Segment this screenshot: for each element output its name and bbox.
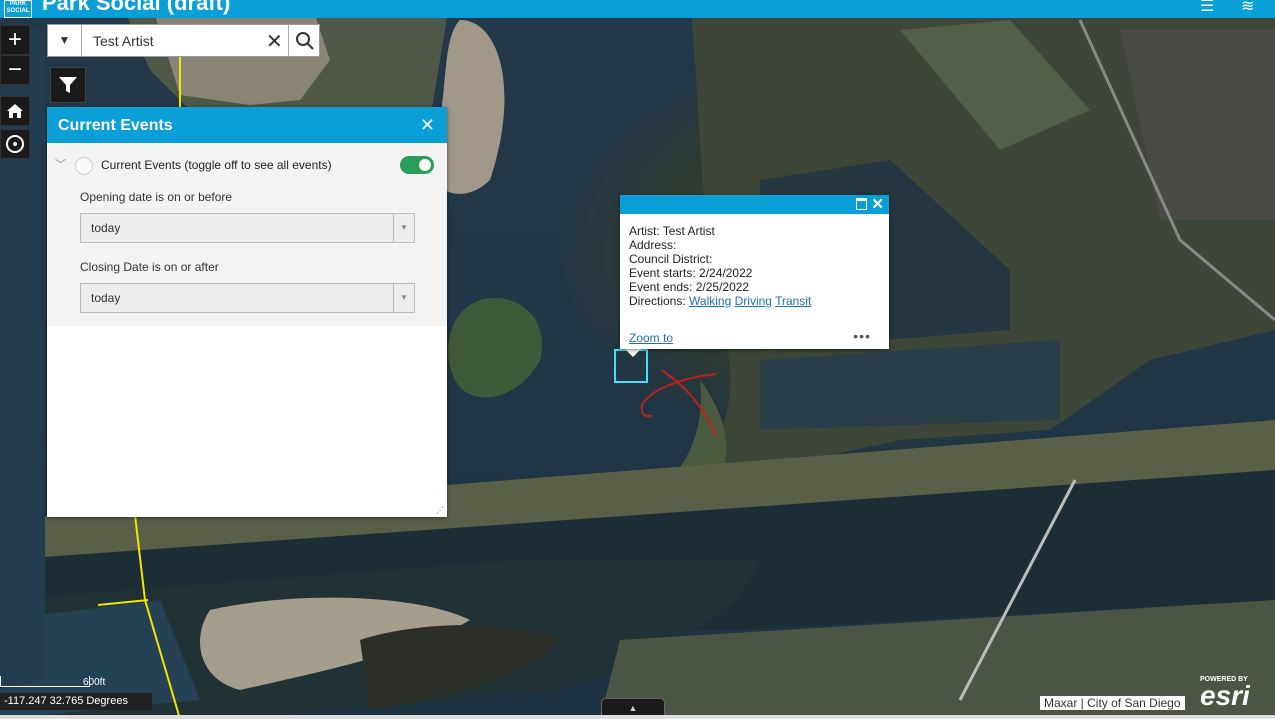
resize-handle-icon[interactable]: ⋰ — [436, 506, 444, 515]
coordinates-readout: -117.247 32.765 Degrees — [0, 693, 152, 710]
home-icon — [7, 104, 23, 118]
driving-link[interactable]: Driving — [735, 294, 772, 308]
search-input[interactable]: Test Artist — [93, 33, 154, 49]
panel-header: Current Events ✕ — [47, 107, 447, 143]
popup-close-icon[interactable]: ✕ — [871, 195, 884, 213]
clear-search-icon[interactable]: ✕ — [266, 29, 283, 54]
search-button[interactable] — [288, 25, 321, 56]
closing-date-select[interactable]: today ▼ — [80, 283, 415, 313]
locate-icon — [6, 135, 24, 153]
app-header: PARK SOCIAL Park Social (draft) ☰ ≋ — [0, 0, 1275, 18]
filter-icon — [59, 77, 77, 93]
chevron-down-icon[interactable]: ﹀ — [55, 156, 66, 172]
esri-logo: POWERED BY esri — [1200, 676, 1250, 711]
filter-radio[interactable] — [75, 157, 93, 175]
bottom-strip — [0, 715, 1275, 719]
opening-date-value: today — [91, 221, 121, 235]
popup-content: Artist: Test Artist Address: Council Dis… — [629, 224, 811, 308]
directions-row: Directions: Walking Driving Transit — [629, 294, 812, 308]
attribution: Maxar | City of San Diego — [1040, 696, 1185, 710]
layers-icon[interactable]: ≋ — [1241, 0, 1254, 15]
search-icon — [296, 32, 314, 50]
zoom-in-button[interactable]: + — [0, 25, 30, 55]
transit-link[interactable]: Transit — [775, 294, 811, 308]
search-source-dropdown[interactable]: ▼ — [48, 25, 82, 56]
starts-row: Event starts: 2/24/2022 — [629, 266, 753, 280]
closing-date-value: today — [91, 291, 121, 305]
locate-button[interactable] — [0, 129, 30, 159]
closing-date-label: Closing Date is on or after — [80, 260, 219, 274]
district-row: Council District: — [629, 252, 713, 266]
filter-button[interactable] — [50, 67, 86, 103]
maximize-icon[interactable] — [856, 198, 867, 210]
filter-group: ﹀ Current Events (toggle off to see all … — [47, 143, 447, 326]
chevron-up-icon: ▲ — [628, 703, 638, 713]
esri-wordmark: esri — [1200, 680, 1250, 711]
ends-value: 2/25/2022 — [695, 280, 750, 294]
artist-value: Test Artist — [662, 224, 715, 238]
search-widget: ▼ Test Artist ✕ — [47, 24, 320, 57]
address-row: Address: — [629, 238, 677, 252]
scale-bar — [0, 676, 90, 687]
toggle-knob — [419, 159, 431, 171]
feature-popup: ✕ Artist: Test Artist Address: Council D… — [620, 195, 889, 349]
starts-value: 2/24/2022 — [699, 266, 753, 280]
scale-label: 600ft — [83, 677, 106, 688]
popup-header: ✕ — [620, 195, 889, 214]
toggle-label: Current Events (toggle off to see all ev… — [101, 158, 332, 172]
more-options-icon[interactable]: ••• — [853, 328, 871, 344]
zoom-to-link[interactable]: Zoom to — [629, 331, 673, 345]
app-title: Park Social (draft) — [42, 0, 231, 15]
home-button[interactable] — [0, 96, 30, 126]
zoom-out-button[interactable]: − — [0, 55, 30, 85]
popup-pointer — [624, 348, 642, 357]
opening-date-select[interactable]: today ▼ — [80, 213, 415, 243]
current-events-toggle[interactable] — [400, 156, 434, 174]
panel-close-icon[interactable]: ✕ — [420, 115, 435, 136]
ends-row: Event ends: 2/25/2022 — [629, 280, 750, 294]
dropdown-arrow-icon: ▼ — [393, 284, 414, 312]
dropdown-arrow-icon: ▼ — [393, 214, 414, 242]
list-icon[interactable]: ☰ — [1200, 0, 1214, 15]
current-events-panel: Current Events ✕ ﹀ Current Events (toggl… — [47, 107, 447, 517]
app-logo: PARK SOCIAL — [4, 0, 32, 18]
opening-date-label: Opening date is on or before — [80, 190, 233, 204]
artist-row: Artist: Test Artist — [629, 224, 715, 238]
panel-title: Current Events — [58, 117, 173, 134]
walking-link[interactable]: Walking — [689, 294, 731, 308]
